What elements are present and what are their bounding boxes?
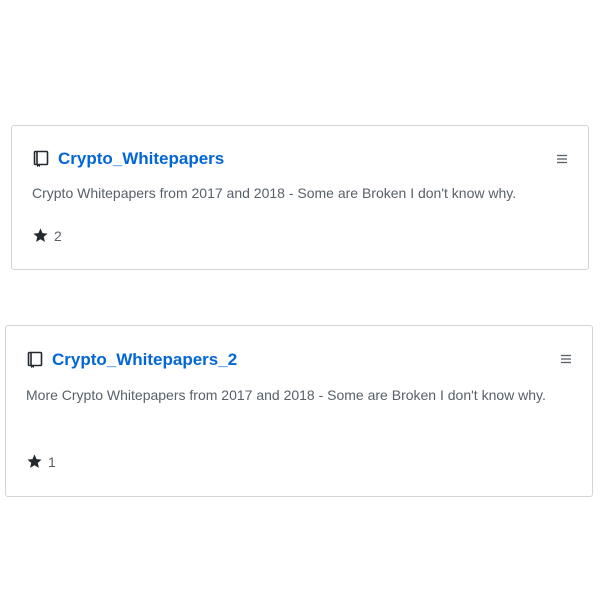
repo-book-icon: [26, 351, 44, 369]
star-count[interactable]: 1: [26, 453, 56, 470]
repo-card: Crypto_Whitepapers_2 More Crypto Whitepa…: [5, 325, 593, 497]
hamburger-menu-icon[interactable]: [556, 152, 568, 164]
star-count-value: 2: [54, 227, 62, 244]
repo-description: Crypto Whitepapers from 2017 and 2018 - …: [32, 185, 517, 201]
repo-book-icon: [32, 150, 50, 168]
repo-name-link[interactable]: Crypto_Whitepapers: [58, 148, 224, 170]
repo-card-header: Crypto_Whitepapers: [32, 148, 224, 170]
repo-card: Crypto_Whitepapers Crypto Whitepapers fr…: [11, 125, 589, 270]
star-icon: [32, 227, 49, 244]
star-icon: [26, 453, 43, 470]
repo-name-link[interactable]: Crypto_Whitepapers_2: [52, 349, 237, 371]
repo-description: More Crypto Whitepapers from 2017 and 20…: [26, 387, 546, 403]
hamburger-menu-icon[interactable]: [560, 352, 572, 364]
star-count[interactable]: 2: [32, 227, 62, 244]
star-count-value: 1: [48, 453, 56, 470]
repo-card-header: Crypto_Whitepapers_2: [26, 349, 237, 371]
